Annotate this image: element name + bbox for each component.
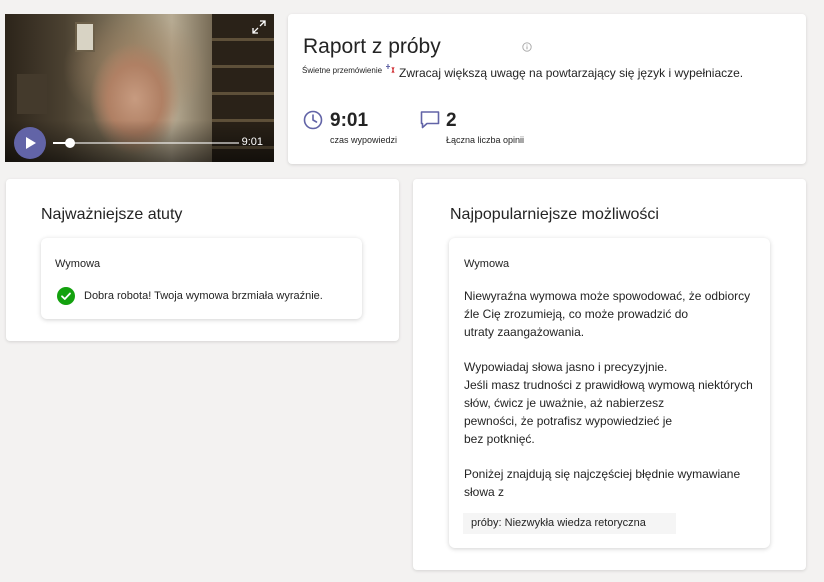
strengths-title: Najważniejsze atuty — [41, 206, 183, 223]
video-player[interactable]: 9:01 — [5, 14, 274, 162]
video-background-doorway — [17, 74, 47, 114]
check-circle-icon — [57, 287, 75, 305]
report-title: Raport z próby — [303, 35, 441, 58]
text-line: źle Cię zrozumieją, co może prowadzić do — [464, 307, 689, 321]
opportunities-card: Najpopularniejsze możliwości Wymowa Niew… — [413, 179, 806, 570]
opportunity-item: Wymowa Niewyraźna wymowa może spowodować… — [449, 238, 770, 548]
feedback-count-value: 2 — [446, 110, 457, 131]
progress-thumb[interactable] — [64, 138, 75, 148]
speaking-time-value: 9:01 — [330, 110, 369, 131]
tip-text: Zwracaj większą uwagę na powtarzający si… — [399, 66, 744, 80]
chat-icon — [420, 111, 440, 129]
text-line: utraty zaangażowania. — [464, 325, 585, 339]
strengths-card: Najważniejsze atuty Wymowa Dobra robota!… — [6, 179, 399, 341]
text-line: słów, ćwicz je uważnie, aż nabierzesz — [464, 396, 665, 410]
sparkle-icon — [386, 64, 395, 74]
mispronounced-word-chip[interactable]: próby: Niezwykła wiedza retoryczna — [463, 513, 676, 534]
opportunity-paragraph-1: Niewyraźna wymowa może spowodować, że od… — [464, 287, 750, 341]
text-line: pewności, że potrafisz wypowiedzieć je — [464, 414, 673, 428]
text-line: Niewyraźna wymowa może spowodować, że od… — [464, 289, 751, 303]
clock-icon — [303, 110, 323, 130]
report-card: Raport z próby Świetne przemówienie Zwra… — [288, 14, 806, 164]
text-line: Wypowiadaj słowa jasno i precyzyjnie. — [464, 360, 668, 374]
video-background-picture — [75, 22, 95, 52]
strength-category: Wymowa — [55, 258, 101, 270]
text-line: słowa z — [464, 485, 505, 499]
strength-item: Wymowa Dobra robota! Twoja wymowa brzmia… — [41, 238, 362, 319]
expand-icon[interactable] — [252, 20, 266, 34]
strength-message: Dobra robota! Twoja wymowa brzmiała wyra… — [84, 290, 323, 302]
feedback-count-label: Łączna liczba opinii — [446, 135, 525, 145]
play-button[interactable] — [14, 127, 46, 159]
info-icon[interactable] — [522, 42, 532, 52]
opportunities-title: Najpopularniejsze możliwości — [450, 206, 659, 223]
play-icon — [25, 137, 36, 149]
opportunity-paragraph-2: Wypowiadaj słowa jasno i precyzyjnie. Je… — [464, 358, 753, 448]
speech-badge: Świetne przemówienie — [302, 66, 383, 75]
text-line: Jeśli masz trudności z prawidłową wymową… — [464, 378, 753, 392]
progress-slider[interactable] — [53, 138, 239, 148]
text-line: Poniżej znajdują się najczęściej błędnie… — [464, 467, 741, 481]
opportunity-paragraph-3: Poniżej znajdują się najczęściej błędnie… — [464, 465, 740, 501]
text-line: bez potknięć. — [464, 432, 535, 446]
speaking-time-label: czas wypowiedzi — [330, 135, 398, 145]
opportunity-category: Wymowa — [464, 258, 510, 270]
video-time: 9:01 — [241, 136, 263, 148]
